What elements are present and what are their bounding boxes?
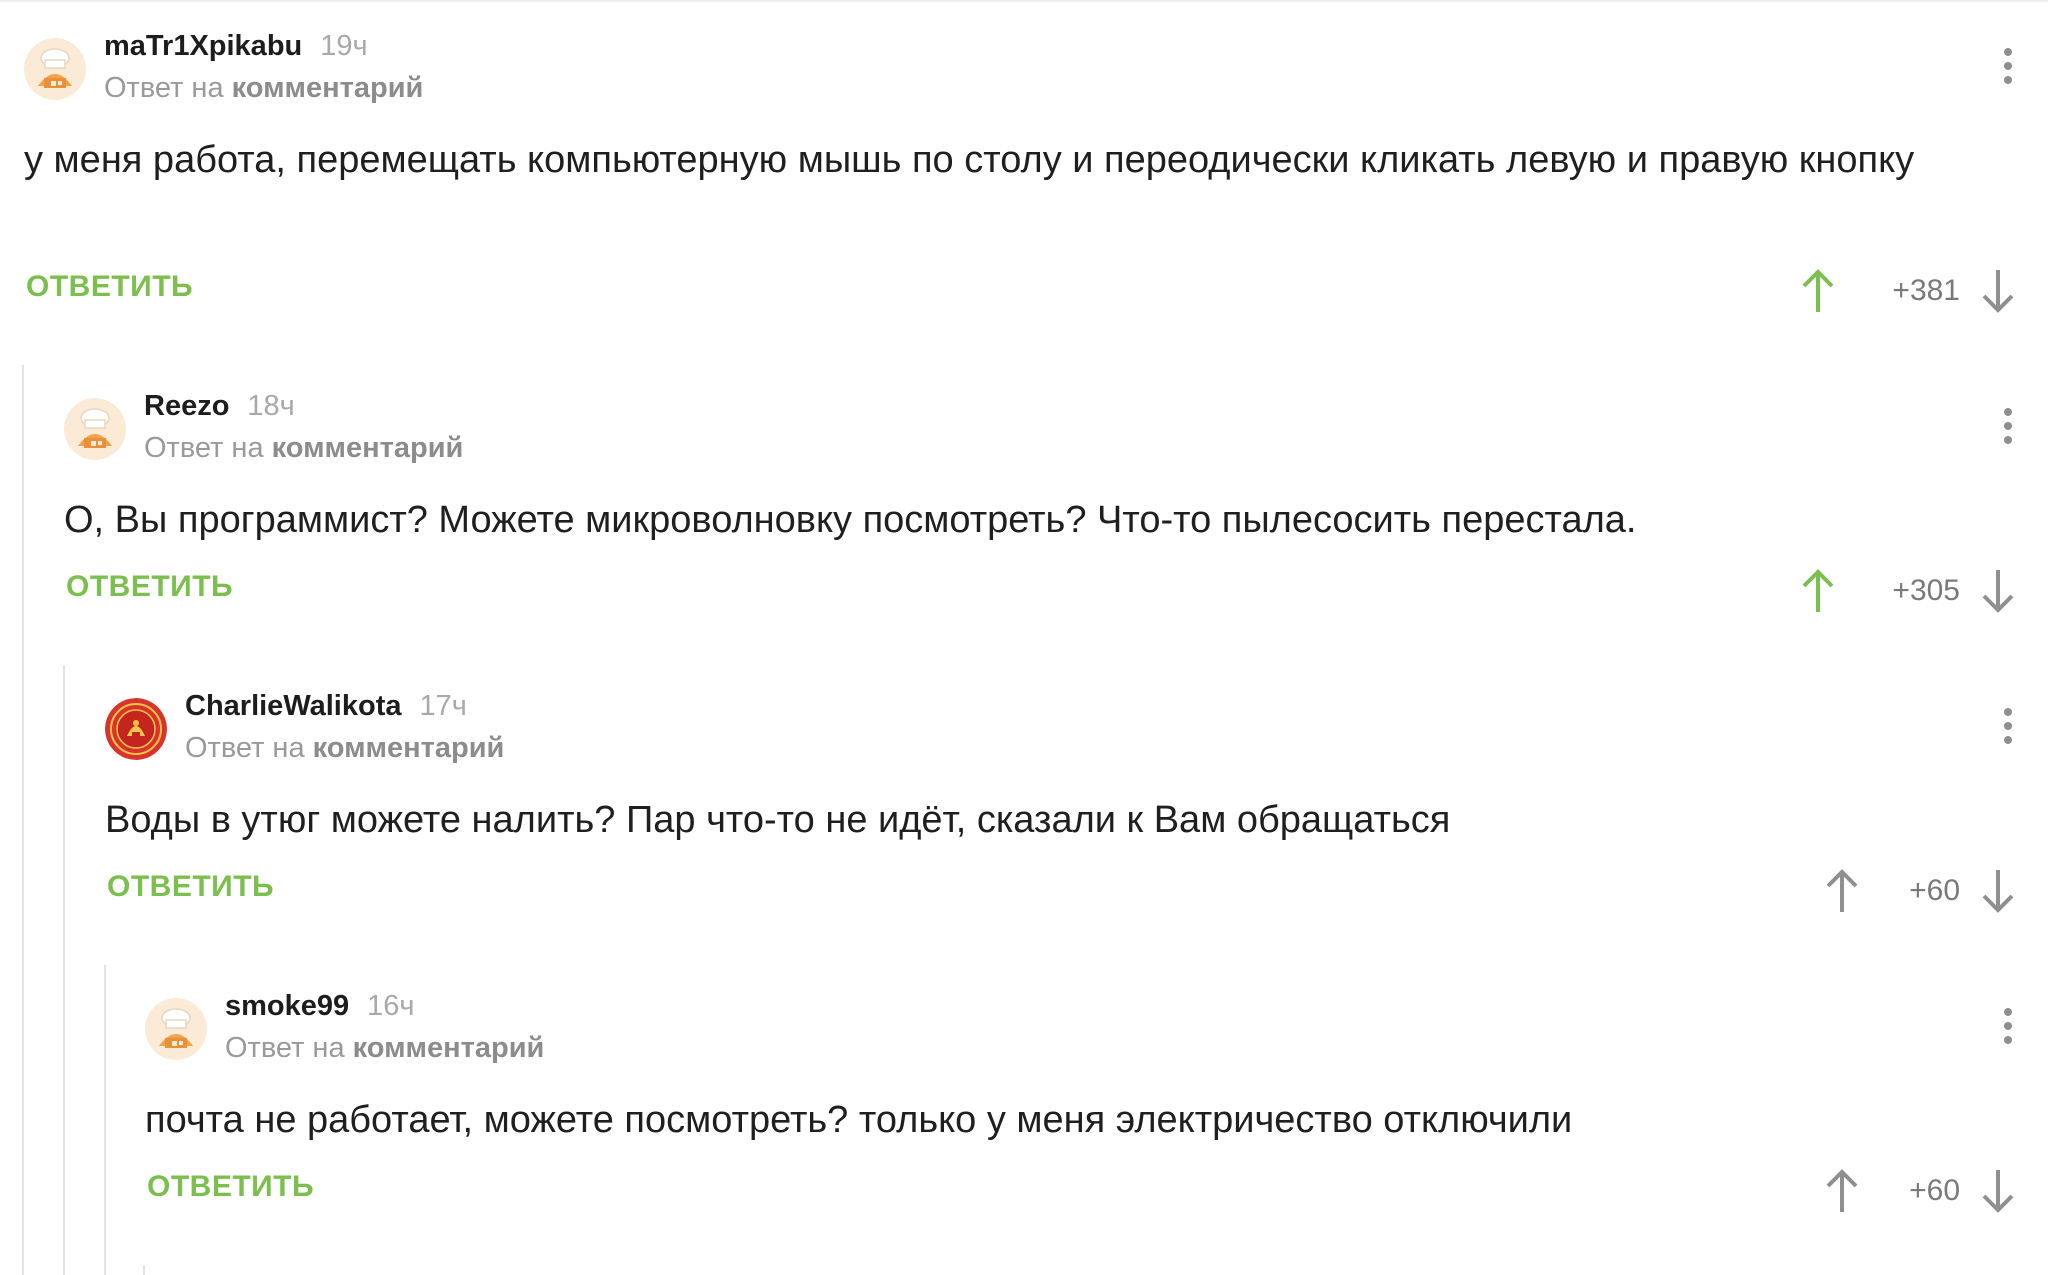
vote-controls: +60 [1798, 866, 2018, 916]
vote-controls: +60 [1798, 1166, 2018, 1216]
more-options-icon[interactable] [1998, 48, 2018, 88]
comment-time: 16ч [367, 990, 415, 1022]
reply-to-line: Ответ на комментарий [144, 432, 463, 465]
comment-score: +60 [1909, 874, 1960, 907]
author-label[interactable]: Reezo [144, 390, 229, 422]
downvote-arrow-icon[interactable] [1978, 866, 2018, 916]
comment-text: почта не работает, можете посмотреть? то… [145, 1099, 1573, 1141]
author-label[interactable]: CharlieWalikota [185, 690, 401, 722]
author-label[interactable]: maTr1Xpikabu [104, 30, 302, 62]
avatar[interactable] [64, 398, 126, 460]
comment-text: О, Вы программист? Можете микроволновку … [64, 499, 1637, 541]
pikabu-chef-avatar-icon [145, 998, 207, 1060]
downvote-arrow-icon[interactable] [1978, 566, 2018, 616]
vote-controls: +381 [1798, 266, 2018, 316]
reply-target-link[interactable]: комментарий [232, 72, 424, 104]
thread-line [104, 965, 106, 1275]
reply-target-link[interactable]: комментарий [353, 1032, 545, 1064]
comment-3: CharlieWalikota 17ч Ответ на комментарий … [105, 690, 2048, 930]
reply-button[interactable]: ОТВЕТИТЬ [147, 1170, 314, 1204]
comment-text: у меня работа, перемещать компьютерную м… [24, 139, 1915, 181]
author-label[interactable]: smoke99 [225, 990, 349, 1022]
vote-controls: +305 [1798, 566, 2018, 616]
pikabu-chef-avatar-icon [24, 38, 86, 100]
comment-score: +305 [1892, 574, 1960, 607]
author-name[interactable]: maTr1Xpikabu 19ч [104, 30, 368, 63]
more-options-icon[interactable] [1998, 708, 2018, 748]
upvote-arrow-icon[interactable] [1822, 1166, 1862, 1216]
comment-time: 17ч [419, 690, 467, 722]
reply-to-line: Ответ на комментарий [104, 72, 423, 105]
comment-time: 19ч [320, 30, 368, 62]
avatar[interactable] [145, 998, 207, 1060]
avatar[interactable] [24, 38, 86, 100]
reply-prefix: Ответ на [144, 432, 264, 464]
author-name[interactable]: CharlieWalikota 17ч [185, 690, 467, 723]
comment-2: Reezo 18ч Ответ на комментарий О, Вы прог… [64, 390, 2048, 630]
reply-prefix: Ответ на [104, 72, 224, 104]
comments-page: maTr1Xpikabu 19ч Ответ на комментарий у м… [0, 0, 2048, 1275]
reply-button[interactable]: ОТВЕТИТЬ [26, 270, 193, 304]
more-options-icon[interactable] [1998, 1008, 2018, 1048]
reply-button[interactable]: ОТВЕТИТЬ [107, 870, 274, 904]
reply-to-line: Ответ на комментарий [225, 1032, 544, 1065]
thread-line [22, 365, 24, 1275]
top-divider [0, 0, 2048, 3]
reply-button[interactable]: ОТВЕТИТЬ [66, 570, 233, 604]
reply-target-link[interactable]: комментарий [272, 432, 464, 464]
upvote-arrow-icon[interactable] [1822, 866, 1862, 916]
comment-4: smoke99 16ч Ответ на комментарий почта не… [145, 990, 2048, 1230]
reply-target-link[interactable]: комментарий [313, 732, 505, 764]
reply-prefix: Ответ на [225, 1032, 345, 1064]
author-name[interactable]: smoke99 16ч [225, 990, 415, 1023]
comment-score: +60 [1909, 1174, 1960, 1207]
upvote-arrow-icon[interactable] [1798, 566, 1838, 616]
downvote-arrow-icon[interactable] [1978, 1166, 2018, 1216]
downvote-arrow-icon[interactable] [1978, 266, 2018, 316]
thread-line [143, 1265, 145, 1275]
pikabu-chef-avatar-icon [64, 398, 126, 460]
avatar[interactable] [105, 698, 167, 760]
reply-prefix: Ответ на [185, 732, 305, 764]
comment-1: maTr1Xpikabu 19ч Ответ на комментарий у м… [24, 30, 2048, 330]
comment-score: +381 [1892, 274, 1960, 307]
emblem-avatar-icon [105, 698, 167, 760]
reply-to-line: Ответ на комментарий [185, 732, 504, 765]
author-name[interactable]: Reezo 18ч [144, 390, 295, 423]
upvote-arrow-icon[interactable] [1798, 266, 1838, 316]
comment-time: 18ч [247, 390, 295, 422]
comment-text: Воды в утюг можете налить? Пар что-то не… [105, 799, 1451, 841]
more-options-icon[interactable] [1998, 408, 2018, 448]
thread-line [63, 665, 65, 1275]
